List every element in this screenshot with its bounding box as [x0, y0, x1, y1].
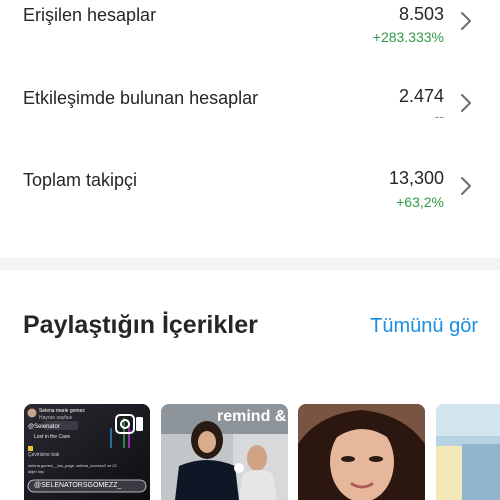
content-thumbnail[interactable] [298, 404, 425, 500]
stat-label: Etkileşimde bulunan hesaplar [23, 88, 259, 108]
thumbnail-photo [298, 404, 425, 500]
thumbnail-line: Çevirisine bak [28, 452, 60, 458]
stat-change: +283.333% [372, 29, 444, 45]
thumbnail-tag: @Selenator [28, 424, 60, 430]
thumbnail-line: Lost in the Cave [34, 434, 71, 440]
stat-change: -- [434, 108, 444, 124]
section-divider [0, 258, 500, 270]
stat-value: 2.474 [398, 86, 444, 106]
see-all-link[interactable]: Tümünü gör [370, 315, 478, 338]
stat-label: Erişilen hesaplar [23, 5, 157, 25]
stat-label: Toplam takipçi [23, 170, 138, 190]
chevron-right-icon [461, 94, 471, 112]
content-thumbnail[interactable] [436, 404, 500, 500]
chevron-right-icon [461, 177, 471, 195]
stat-value: 13,300 [388, 168, 444, 188]
thumbnail-subtitle: Hayran sayfası [39, 415, 73, 421]
stat-change: +63,2% [396, 194, 444, 210]
stat-row-accounts-reached[interactable]: Erişilen hesaplar 8.503 +283.333% [0, 0, 500, 60]
content-thumbnail[interactable]: Selena marie gomez Hayran sayfası @Selen… [24, 404, 150, 500]
thumbnail-caption: selena.gomez__fan_page, selena_lovesss3 … [28, 463, 117, 474]
stat-row-accounts-engaged[interactable]: Etkileşimde bulunan hesaplar 2.474 -- [0, 82, 500, 142]
thumbnail-photo [436, 404, 500, 500]
chevron-right-icon [461, 12, 471, 30]
section-title: Paylaştığın İçerikler [23, 311, 258, 339]
content-thumbnail[interactable]: remind & [161, 404, 288, 500]
stat-value: 8.503 [398, 4, 444, 24]
thumbnail-header: Selena marie gomez [39, 408, 85, 414]
thumbnail-handle: @SELENATORSGOMEZZ_ [34, 482, 122, 489]
thumbnail-sign-text: remind & [217, 408, 287, 425]
stat-row-total-followers[interactable]: Toplam takipçi 13,300 +63,2% [0, 165, 500, 225]
video-icon [115, 414, 143, 434]
